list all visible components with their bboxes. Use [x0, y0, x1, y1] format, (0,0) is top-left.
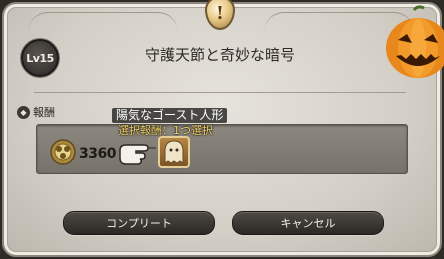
- title-divider: [34, 92, 406, 93]
- level-badge: Lv15: [21, 39, 59, 77]
- pointer-hand-icon: [119, 144, 156, 165]
- rewards-section-label: 報酬: [33, 106, 55, 119]
- item-name-tooltip: 陽気なゴースト人形: [112, 108, 228, 123]
- reward-section-icon: ◆: [17, 105, 30, 119]
- frame-flourish-left: [28, 12, 178, 35]
- pumpkin-icon: [386, 5, 444, 78]
- quest-exclamation-icon: !: [201, 0, 239, 34]
- cancel-button[interactable]: キャンセル: [232, 211, 384, 235]
- gil-icon: [50, 139, 76, 165]
- selection-note: 選択報酬：1つ選択: [118, 124, 213, 137]
- reward-item-slot[interactable]: [158, 136, 190, 168]
- gil-amount: 3360: [79, 146, 116, 162]
- rewards-section-header: ◆ 報酬: [17, 104, 55, 120]
- ghost-doll-icon: [164, 140, 184, 164]
- complete-button[interactable]: コンプリート: [63, 211, 215, 235]
- quest-title: 守護天節と奇妙な暗号: [144, 46, 295, 64]
